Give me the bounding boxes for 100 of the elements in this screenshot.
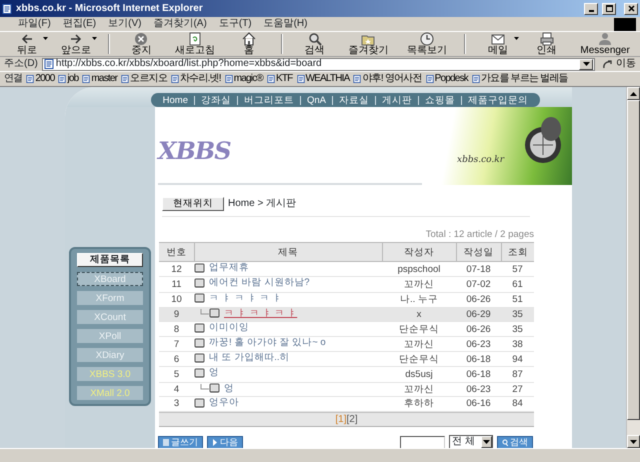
- menu-item[interactable]: 도구(T): [212, 18, 258, 30]
- go-button[interactable]: 이동: [599, 58, 636, 70]
- post-title-link[interactable]: 이미이잉: [209, 322, 249, 334]
- maximize-button[interactable]: [602, 2, 616, 14]
- column-header: 조회: [501, 242, 534, 262]
- post-title-link[interactable]: 에어컨 바람 시원하남?: [209, 277, 310, 289]
- link[interactable]: 2000: [26, 73, 54, 85]
- column-header: 작성일: [456, 242, 501, 262]
- number-cell: 11: [159, 276, 194, 292]
- post-title-link[interactable]: 까꿍! 홀 아가야 잘 있나~ o: [209, 337, 326, 349]
- nav-link[interactable]: 버그리포트: [236, 96, 300, 104]
- search-button[interactable]: 검색: [298, 32, 332, 56]
- page-icon: [224, 74, 233, 84]
- link[interactable]: KTF: [267, 73, 292, 85]
- author-cell: ds5usj: [382, 366, 456, 382]
- right-arrow-icon: [68, 32, 83, 46]
- logo-panel: [614, 18, 636, 30]
- author-cell: x: [382, 307, 456, 322]
- date-cell: 06-23: [456, 382, 501, 397]
- menu-item[interactable]: 도움말(H): [258, 18, 314, 30]
- scope-select[interactable]: 전 체: [449, 435, 493, 448]
- page-icon: [121, 74, 130, 84]
- arrow-icon: [603, 60, 612, 68]
- close-button[interactable]: [624, 2, 638, 14]
- link[interactable]: 오르지오: [121, 73, 167, 85]
- favorites-button[interactable]: 즐겨찾기: [346, 32, 390, 56]
- author-cell: pspschool: [382, 262, 456, 277]
- views-cell: 38: [501, 336, 534, 352]
- post-title-link[interactable]: 엉: [224, 382, 234, 394]
- scrollbar[interactable]: [626, 87, 640, 448]
- address-field[interactable]: http://xbbs.co.kr/xbbs/xboard/list.php?home=xbbs&id=board: [42, 58, 595, 70]
- views-cell: 87: [501, 366, 534, 382]
- back-button[interactable]: 뒤로: [10, 32, 44, 56]
- location-button[interactable]: 현재위치: [162, 196, 224, 210]
- link[interactable]: Popdesk: [426, 73, 468, 85]
- number-cell: 5: [159, 366, 194, 382]
- views-cell: 27: [501, 382, 534, 397]
- number-cell: 4: [159, 382, 194, 397]
- menu-item[interactable]: 파일(F): [12, 18, 57, 30]
- number-cell: 9: [159, 307, 194, 322]
- views-cell: 51: [501, 292, 534, 308]
- author-cell: 꼬까신: [382, 276, 456, 292]
- link[interactable]: magic®: [224, 73, 263, 85]
- links-label: 연결: [4, 73, 22, 85]
- print-button[interactable]: 인쇄: [530, 32, 564, 56]
- date-cell: 06-23: [456, 336, 501, 352]
- link[interactable]: job: [58, 73, 78, 85]
- menu-item[interactable]: 편집(E): [56, 18, 102, 30]
- number-cell: 8: [159, 322, 194, 337]
- post-title-link[interactable]: 엉우아: [209, 397, 239, 408]
- nav-link[interactable]: 자료실: [332, 96, 375, 104]
- page-link[interactable]: [2]: [346, 414, 358, 426]
- nav-link[interactable]: 쇼핑몰: [418, 96, 461, 104]
- left-arrow-icon: [20, 32, 34, 46]
- dropdown-button[interactable]: [579, 58, 593, 70]
- column-header: 제목: [194, 242, 382, 262]
- post-title-link[interactable]: 업무제휴: [209, 262, 249, 274]
- stop-button[interactable]: 중지: [124, 32, 158, 56]
- nav-link[interactable]: 게시판: [375, 96, 418, 104]
- mail-button[interactable]: 메일: [480, 32, 515, 56]
- views-cell: 94: [501, 352, 534, 367]
- search-field[interactable]: [400, 436, 446, 448]
- nav-link[interactable]: 제품구입문의: [461, 96, 534, 104]
- date-cell: 06-29: [456, 307, 501, 322]
- address-label: 주소(D): [4, 58, 38, 70]
- column-header: 번호: [159, 242, 194, 262]
- link[interactable]: 가요를 부르는 벌레들: [472, 73, 568, 85]
- nav-link[interactable]: 강좌실: [194, 96, 237, 104]
- refresh-button[interactable]: 새로고침: [173, 32, 218, 56]
- history-button[interactable]: 목록보기: [405, 32, 450, 56]
- number-cell: 10: [159, 292, 194, 308]
- nav-link[interactable]: QnA: [300, 96, 332, 104]
- column-header: 작성자: [382, 242, 456, 262]
- post-title-link[interactable]: ㅋ ㅑ ㅋ ㅑ ㅋ ㅑ: [209, 292, 282, 304]
- page-icon: [267, 74, 275, 84]
- post-title-link[interactable]: 엉: [209, 367, 219, 379]
- home-button[interactable]: 홈: [232, 32, 266, 56]
- author-cell: 꼬까신: [382, 382, 456, 397]
- page-icon: [296, 74, 304, 84]
- link[interactable]: WEALTHIA: [296, 73, 350, 85]
- messenger-button[interactable]: Messenger: [578, 32, 632, 56]
- link[interactable]: 차수리.넷!: [170, 73, 221, 85]
- page-icon: [353, 74, 362, 84]
- views-cell: 61: [501, 276, 534, 292]
- date-cell: 06-26: [456, 322, 501, 337]
- number-cell: 7: [159, 336, 194, 352]
- forward-button[interactable]: 앞으로: [58, 32, 93, 56]
- nav-link[interactable]: Home: [156, 96, 194, 104]
- views-cell: 35: [501, 307, 534, 322]
- date-cell: 06-26: [456, 292, 501, 308]
- post-title-link[interactable]: 내 또 가입해따..히: [209, 352, 290, 364]
- page-icon: [58, 74, 66, 84]
- menu-item[interactable]: 즐겨찾기(A): [147, 18, 213, 30]
- close-icon: [626, 4, 636, 13]
- page-icon: [170, 74, 179, 84]
- menu-item[interactable]: 보기(V): [102, 18, 148, 30]
- link[interactable]: master: [82, 73, 118, 85]
- link[interactable]: 야후! 영어사전: [353, 73, 422, 85]
- caret-icon: [483, 440, 490, 444]
- minimize-button[interactable]: [584, 2, 598, 14]
